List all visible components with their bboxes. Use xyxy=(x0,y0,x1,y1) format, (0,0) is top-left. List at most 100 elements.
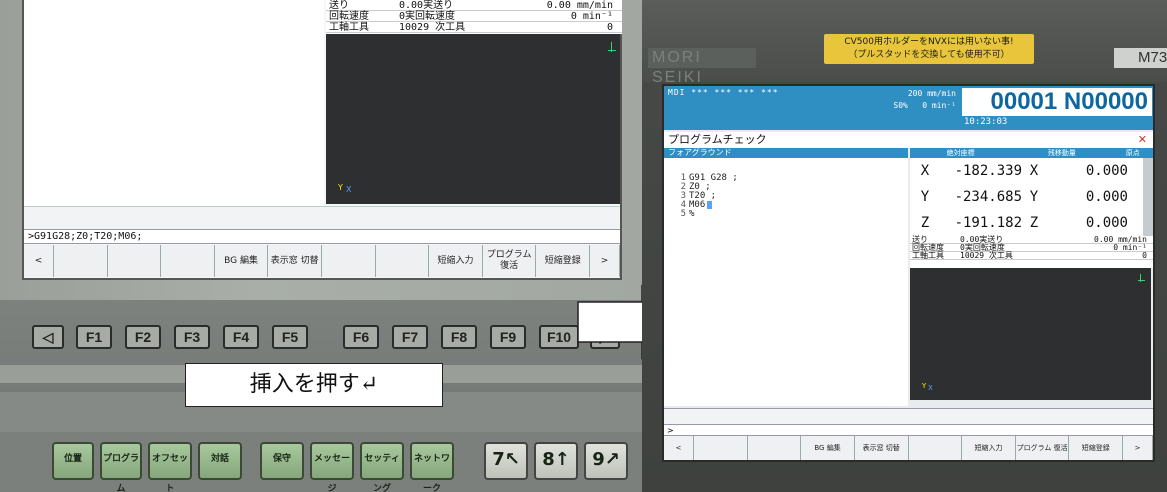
feed-spindle-table: 送り 0.00実送り 0.00 mm/min 回転速度 0実回転速度 0 min… xyxy=(326,0,622,34)
table-cell: 10029 次工具 xyxy=(399,22,466,33)
program-number: 00001 N00000 xyxy=(962,88,1152,116)
table-cell: 回転速度 xyxy=(329,11,369,22)
abs-value: -234.685 xyxy=(954,189,1022,205)
y-axis-label: Y xyxy=(922,382,927,390)
softkey[interactable] xyxy=(322,245,376,277)
softkey[interactable] xyxy=(376,245,430,277)
override: S0% xyxy=(893,101,908,110)
feed-spindle-table: 送り 0.00実送り 0.00 mm/min 回転速度 0実回転速度 0 min… xyxy=(910,236,1153,268)
table-cell: 0 xyxy=(1142,251,1147,260)
x-axis-label: X xyxy=(346,185,352,194)
left-arrow-key[interactable]: ◁ xyxy=(32,325,64,349)
left-photo: 送り 0.00実送り 0.00 mm/min 回転速度 0実回転速度 0 min… xyxy=(0,0,642,492)
origin-mark xyxy=(1138,280,1145,281)
softkey-bar: < BG 編集 表示窓 切替 短縮入力 プログラム 復活 短縮登録 > xyxy=(664,435,1154,460)
softkey-display-switch[interactable]: 表示窓 切替 xyxy=(855,436,909,460)
left-cnc-screen: 送り 0.00実送り 0.00 mm/min 回転速度 0実回転速度 0 min… xyxy=(22,0,622,280)
warning-line: （プルスタッドを交換しても使用不可） xyxy=(848,50,1010,60)
f4-key[interactable]: F4 xyxy=(223,325,259,349)
softkey-short-input[interactable]: 短縮入力 xyxy=(429,245,483,277)
table-row: 送り 0.00実送り 0.00 mm/min xyxy=(326,0,622,11)
coord-row-x: X -182.339 X 0.000 xyxy=(910,158,1153,184)
scrollbar[interactable] xyxy=(1143,158,1153,236)
f3-key[interactable]: F3 xyxy=(174,325,210,349)
f2-key[interactable]: F2 xyxy=(125,325,161,349)
softkey-prev[interactable]: < xyxy=(664,436,694,460)
table-row: 回転速度 0実回転速度 0 min⁻¹ xyxy=(326,11,622,22)
remaining-header: 残移動量 xyxy=(1047,149,1076,157)
message-key[interactable]: メッセージ xyxy=(310,442,354,492)
spindle-speed: 0 min⁻¹ xyxy=(922,101,956,110)
text-cursor xyxy=(707,201,713,209)
f7-key[interactable]: F7 xyxy=(392,325,428,349)
f9-key[interactable]: F9 xyxy=(490,325,526,349)
table-cell: 0実回転速度 xyxy=(399,11,456,22)
y-axis-label: Y xyxy=(338,183,343,192)
axis-label: Y xyxy=(920,189,930,205)
key-9[interactable]: 9↗ xyxy=(584,442,628,480)
softkey[interactable] xyxy=(748,436,802,460)
program-line: 3 T20 ; xyxy=(674,192,908,201)
axis-label: X xyxy=(920,163,930,179)
f6-key[interactable]: F6 xyxy=(343,325,379,349)
network-key[interactable]: ネットワーク xyxy=(410,442,454,492)
softkey-program-restore[interactable]: プログラム 復活 xyxy=(483,245,537,277)
tab-foreground[interactable]: フォアグラウンド xyxy=(664,148,908,158)
maintenance-key[interactable]: 保守 xyxy=(260,442,304,480)
prog-key[interactable]: プログラム xyxy=(100,442,142,492)
softkey-next[interactable]: > xyxy=(590,245,620,277)
table-row: 回転速度 0実回転速度 0 min⁻¹ xyxy=(910,244,1153,252)
softkey-bg-edit[interactable]: BG 編集 xyxy=(215,245,269,277)
conversation-key[interactable]: 対話 xyxy=(198,442,242,480)
right-cnc-screen: MDI *** *** *** *** 200 mm/min S0% 0 min… xyxy=(662,84,1155,462)
f10-key[interactable]: F10 xyxy=(539,325,579,349)
brand-logo: MORI SEIKI xyxy=(648,48,756,86)
table-cell: 回転速度 xyxy=(912,243,944,252)
f5-key[interactable]: F5 xyxy=(272,325,308,349)
input-area xyxy=(24,206,620,230)
origin-header: 原点 xyxy=(1125,149,1140,157)
setting-key[interactable]: セッティング xyxy=(360,442,404,492)
screen-title: プログラムチェック xyxy=(664,132,1153,148)
axis-label: Z xyxy=(1029,215,1039,231)
table-cell: 0実回転速度 xyxy=(960,243,1005,252)
coordinate-panel: 絶対座標 残移動量 原点 X -182.339 X 0.000 Y -234.6… xyxy=(910,148,1153,236)
status-header: MDI *** *** *** *** 200 mm/min S0% 0 min… xyxy=(664,86,1153,130)
axis-label: X xyxy=(1029,163,1039,179)
softkey-short-register[interactable]: 短縮登録 xyxy=(536,245,591,277)
table-cell: 0.00 mm/min xyxy=(1094,235,1147,244)
softkey-prev[interactable]: < xyxy=(24,245,54,277)
f8-key[interactable]: F8 xyxy=(441,325,477,349)
instruction-callout: 挿入を押す↵ xyxy=(185,363,443,407)
command-line[interactable]: >G91G28;Z0;T20;M06; xyxy=(24,230,620,244)
softkey[interactable] xyxy=(161,245,215,277)
softkey-display-switch[interactable]: 表示窓 切替 xyxy=(268,245,322,277)
softkey[interactable] xyxy=(54,245,108,277)
pos-key[interactable]: 位置 xyxy=(52,442,94,480)
coordinate-header: 絶対座標 残移動量 原点 xyxy=(910,148,1153,158)
offset-key[interactable]: オフセット xyxy=(148,442,192,492)
coord-row-y: Y -234.685 Y 0.000 xyxy=(910,184,1153,210)
softkey-short-register[interactable]: 短縮登録 xyxy=(1069,436,1124,460)
tool-path-view: Y X xyxy=(910,268,1151,400)
softkey[interactable] xyxy=(909,436,963,460)
warning-line: CV500用ホルダーをNVXには用いない事! xyxy=(844,37,1014,47)
key-8[interactable]: 8↑ xyxy=(534,442,578,480)
softkey-next[interactable]: > xyxy=(1123,436,1154,460)
key-7[interactable]: 7↖ xyxy=(484,442,528,480)
softkey[interactable] xyxy=(108,245,162,277)
table-cell: 送り xyxy=(329,0,349,11)
mdi-keypad: 位置 プログラム オフセット 対話 保守 メッセージ セッティング ネットワーク… xyxy=(0,432,642,492)
line-text: % xyxy=(689,209,695,219)
program-area xyxy=(24,0,324,206)
close-icon[interactable]: ✕ xyxy=(1138,133,1147,146)
softkey[interactable] xyxy=(694,436,748,460)
softkey-bg-edit[interactable]: BG 編集 xyxy=(801,436,855,460)
softkey-program-restore[interactable]: プログラム 復活 xyxy=(1016,436,1070,460)
table-cell: 工軸工具 xyxy=(329,22,369,33)
table-cell: 送り xyxy=(912,235,928,244)
softkey-short-input[interactable]: 短縮入力 xyxy=(962,436,1016,460)
f1-key[interactable]: F1 xyxy=(76,325,112,349)
command-line[interactable]: > xyxy=(664,424,1153,435)
table-cell: 0.00実送り xyxy=(960,235,1004,244)
